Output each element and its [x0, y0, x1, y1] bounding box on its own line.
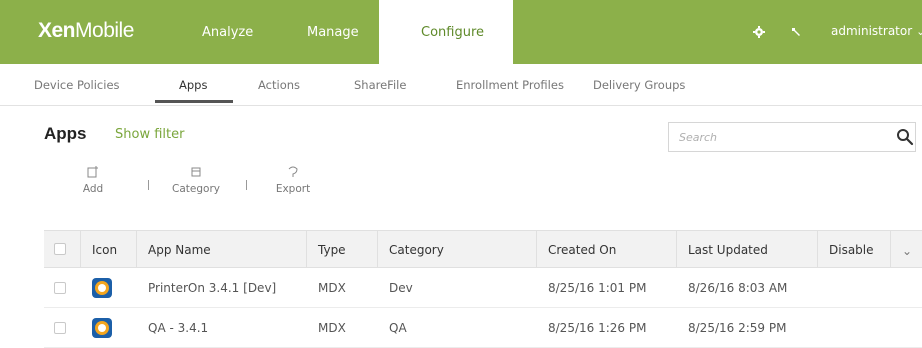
- tab-delivery-groups[interactable]: Delivery Groups: [593, 78, 685, 92]
- column-disable[interactable]: Disable: [829, 243, 874, 257]
- category-icon: [168, 166, 224, 182]
- app-created-on: 8/25/16 1:01 PM: [548, 281, 647, 295]
- export-icon: [270, 166, 316, 182]
- app-last-updated: 8/25/16 2:59 PM: [688, 321, 787, 335]
- category-label: Category: [172, 183, 220, 195]
- app-created-on: 8/25/16 1:26 PM: [548, 321, 647, 335]
- column-menu-chevron-icon[interactable]: ⌄: [902, 244, 912, 258]
- tab-device-policies[interactable]: Device Policies: [34, 78, 120, 92]
- app-type: MDX: [318, 321, 346, 335]
- add-button[interactable]: Add: [78, 166, 108, 195]
- column-category[interactable]: Category: [389, 243, 444, 257]
- show-filter-link[interactable]: Show filter: [115, 127, 184, 142]
- toolbar-divider: [246, 180, 247, 190]
- export-label: Export: [275, 183, 311, 195]
- tab-apps[interactable]: Apps: [179, 78, 207, 92]
- table-row[interactable]: QA - 3.4.1 MDX QA 8/25/16 1:26 PM 8/25/1…: [44, 308, 922, 348]
- app-category: Dev: [389, 281, 413, 295]
- column-icon[interactable]: Icon: [92, 243, 117, 257]
- app-last-updated: 8/26/16 8:03 AM: [688, 281, 788, 295]
- table-row[interactable]: PrinterOn 3.4.1 [Dev] MDX Dev 8/25/16 1:…: [44, 268, 922, 308]
- add-icon: [78, 166, 108, 182]
- user-menu[interactable]: administrator ⌄: [831, 24, 922, 38]
- tab-sharefile[interactable]: ShareFile: [354, 78, 406, 92]
- app-name: QA - 3.4.1: [148, 321, 209, 335]
- table-header: Icon App Name Type Category Created On L…: [44, 230, 922, 269]
- printeron-app-icon: [92, 318, 112, 338]
- search-input[interactable]: Search: [679, 131, 717, 144]
- tab-enrollment-profiles[interactable]: Enrollment Profiles: [456, 78, 564, 92]
- wrench-icon[interactable]: [790, 26, 802, 38]
- column-type[interactable]: Type: [318, 243, 346, 257]
- select-all-checkbox[interactable]: [54, 243, 66, 255]
- column-app-name[interactable]: App Name: [148, 243, 211, 257]
- tab-actions[interactable]: Actions: [258, 78, 300, 92]
- gear-icon[interactable]: [753, 26, 765, 38]
- category-button[interactable]: Category: [168, 166, 224, 195]
- toolbar-divider: [148, 180, 149, 190]
- row-checkbox[interactable]: [54, 322, 66, 334]
- printeron-app-icon: [92, 278, 112, 298]
- export-button[interactable]: Export: [270, 166, 316, 195]
- nav-configure[interactable]: Configure: [379, 0, 513, 64]
- add-label: Add: [82, 183, 104, 195]
- active-tab-indicator: [155, 100, 233, 103]
- app-name: PrinterOn 3.4.1 [Dev]: [148, 281, 277, 295]
- column-created-on[interactable]: Created On: [548, 243, 616, 257]
- search-icon[interactable]: [895, 127, 915, 147]
- page-title: Apps: [44, 124, 87, 143]
- xenmobile-logo: XenMobile: [38, 19, 134, 42]
- nav-analyze[interactable]: Analyze: [202, 0, 253, 64]
- app-category: QA: [389, 321, 407, 335]
- nav-manage[interactable]: Manage: [307, 0, 359, 64]
- chevron-down-icon: ⌄: [916, 25, 922, 38]
- column-last-updated[interactable]: Last Updated: [688, 243, 768, 257]
- sub-navigation: Device Policies Apps Actions ShareFile E…: [0, 64, 922, 106]
- top-navigation-bar: XenMobile Analyze Manage Configure admin…: [0, 0, 922, 64]
- row-checkbox[interactable]: [54, 282, 66, 294]
- search-box[interactable]: Search: [668, 122, 916, 152]
- app-type: MDX: [318, 281, 346, 295]
